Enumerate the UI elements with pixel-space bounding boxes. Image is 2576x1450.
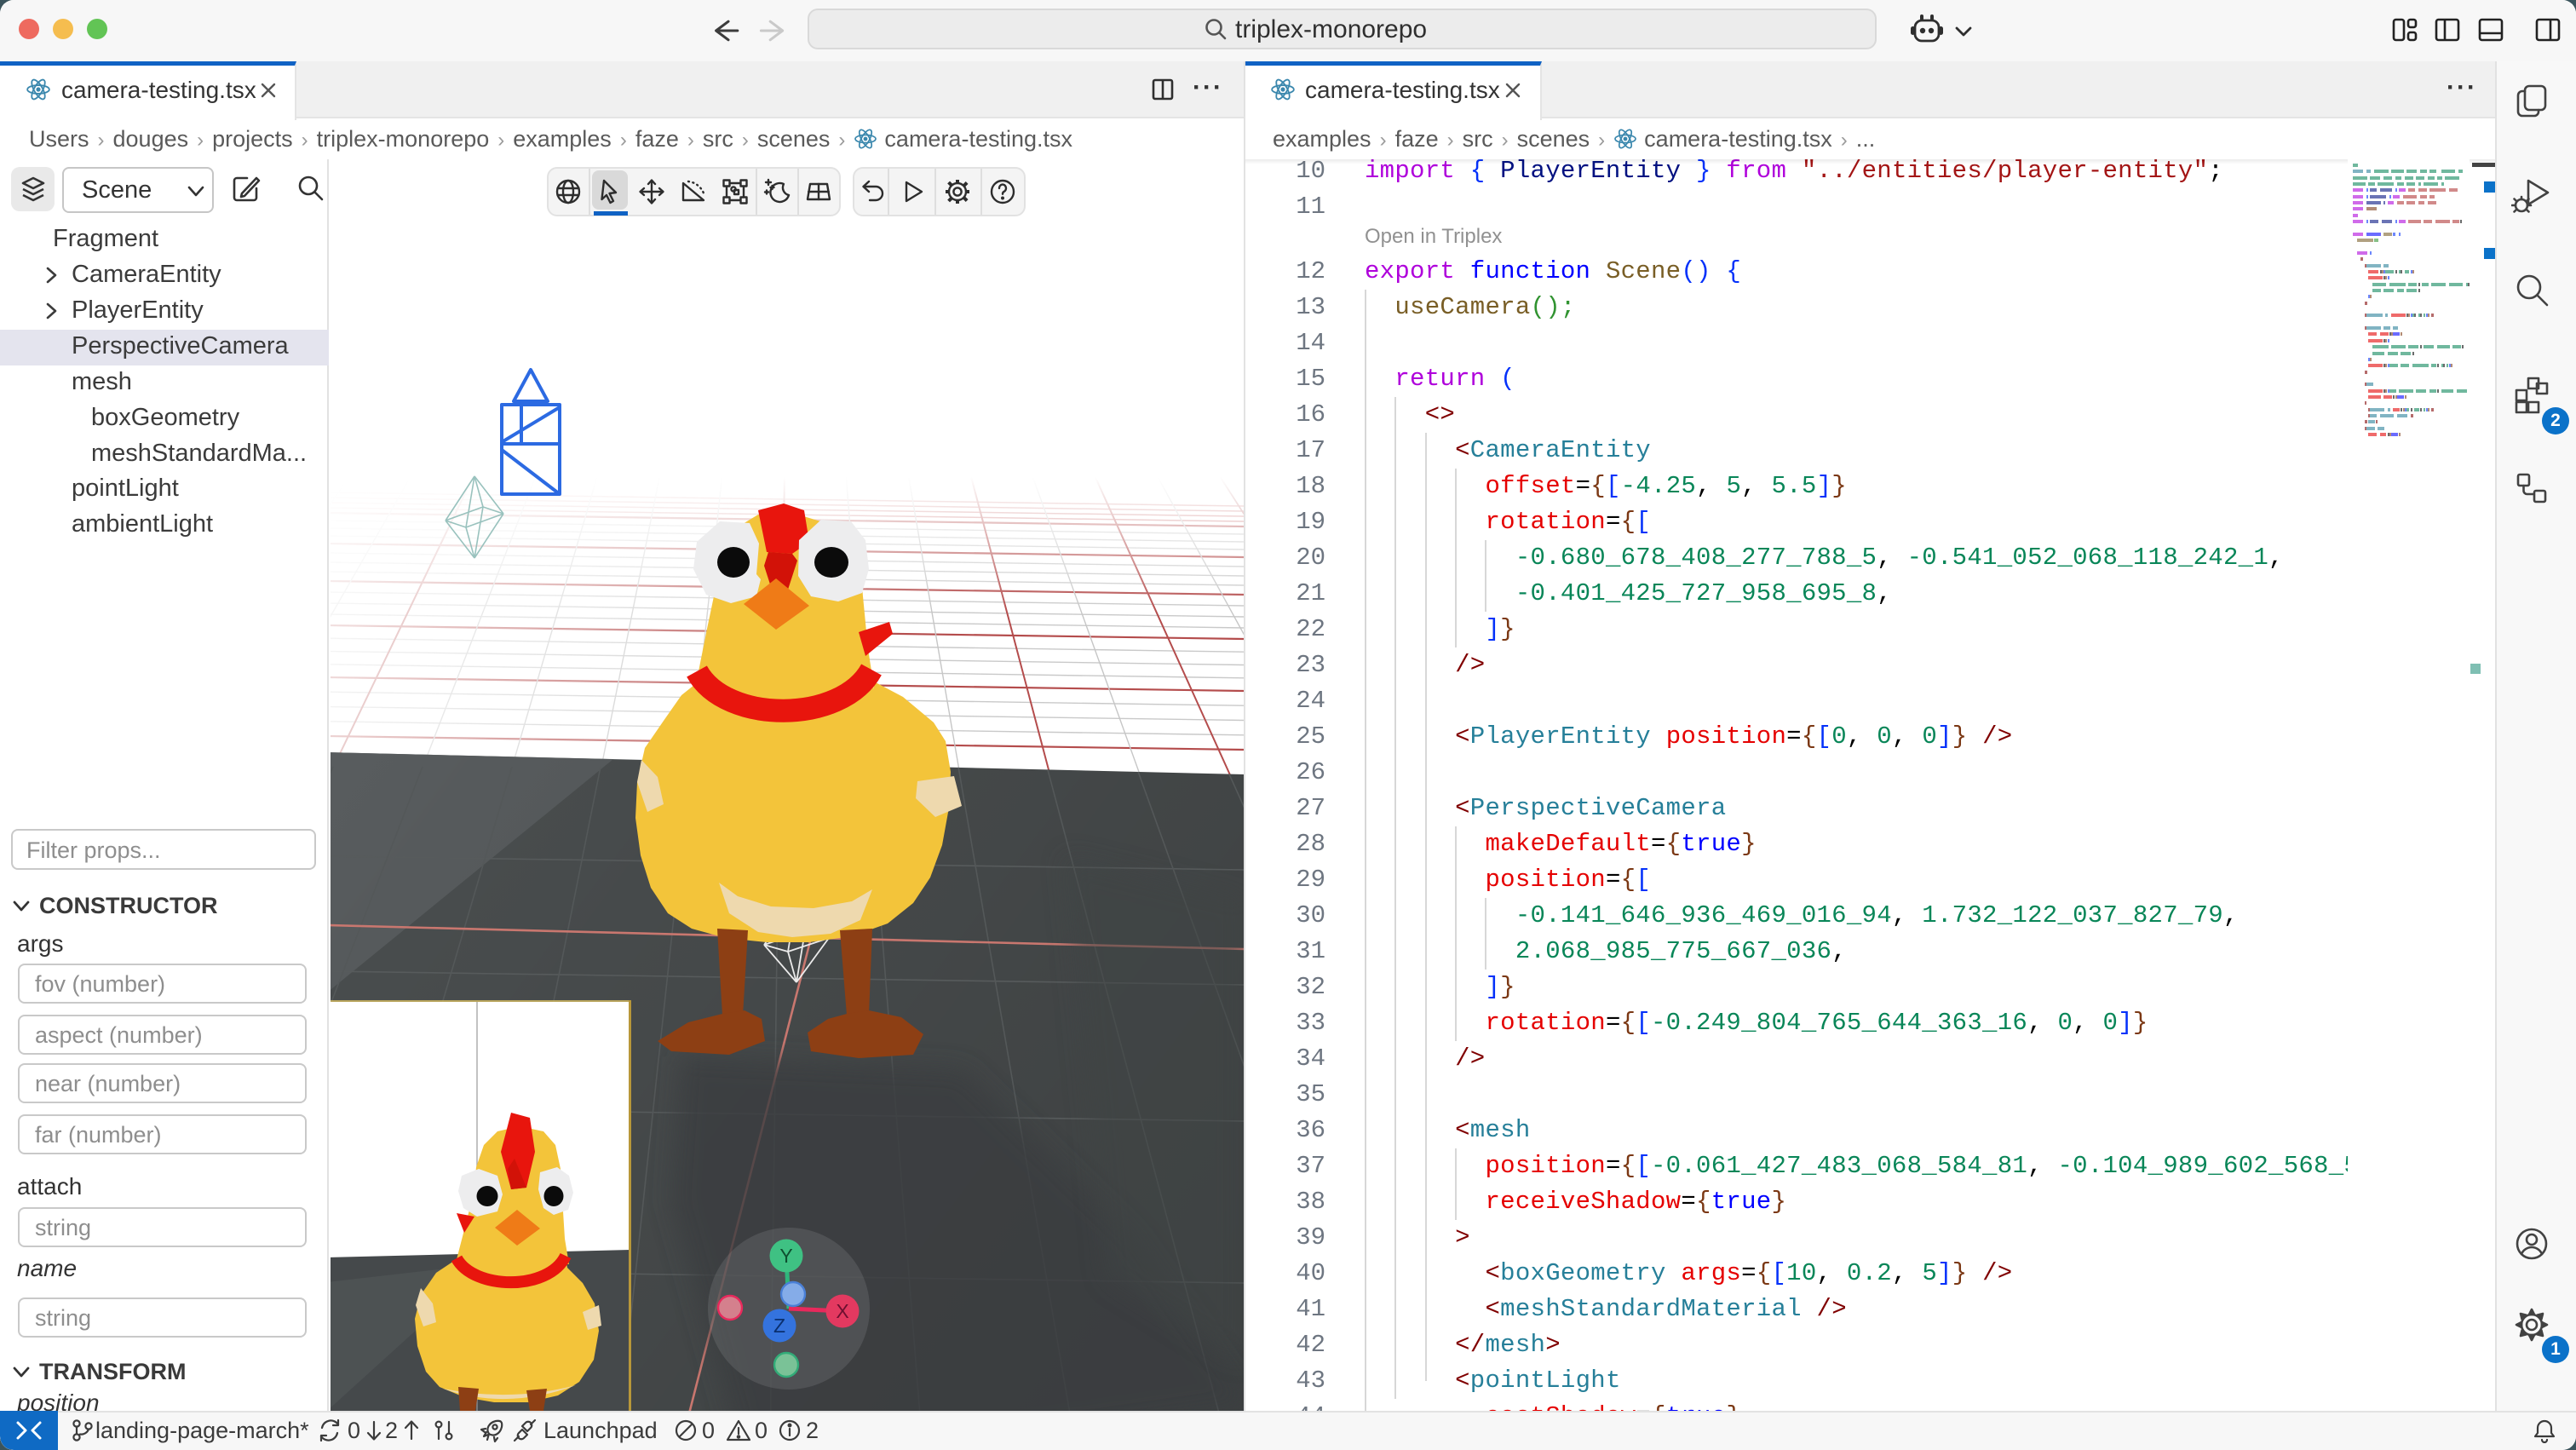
- svg-text:Z: Z: [773, 1315, 785, 1337]
- svg-text:Y: Y: [779, 1245, 792, 1267]
- svg-text:X: X: [836, 1300, 848, 1322]
